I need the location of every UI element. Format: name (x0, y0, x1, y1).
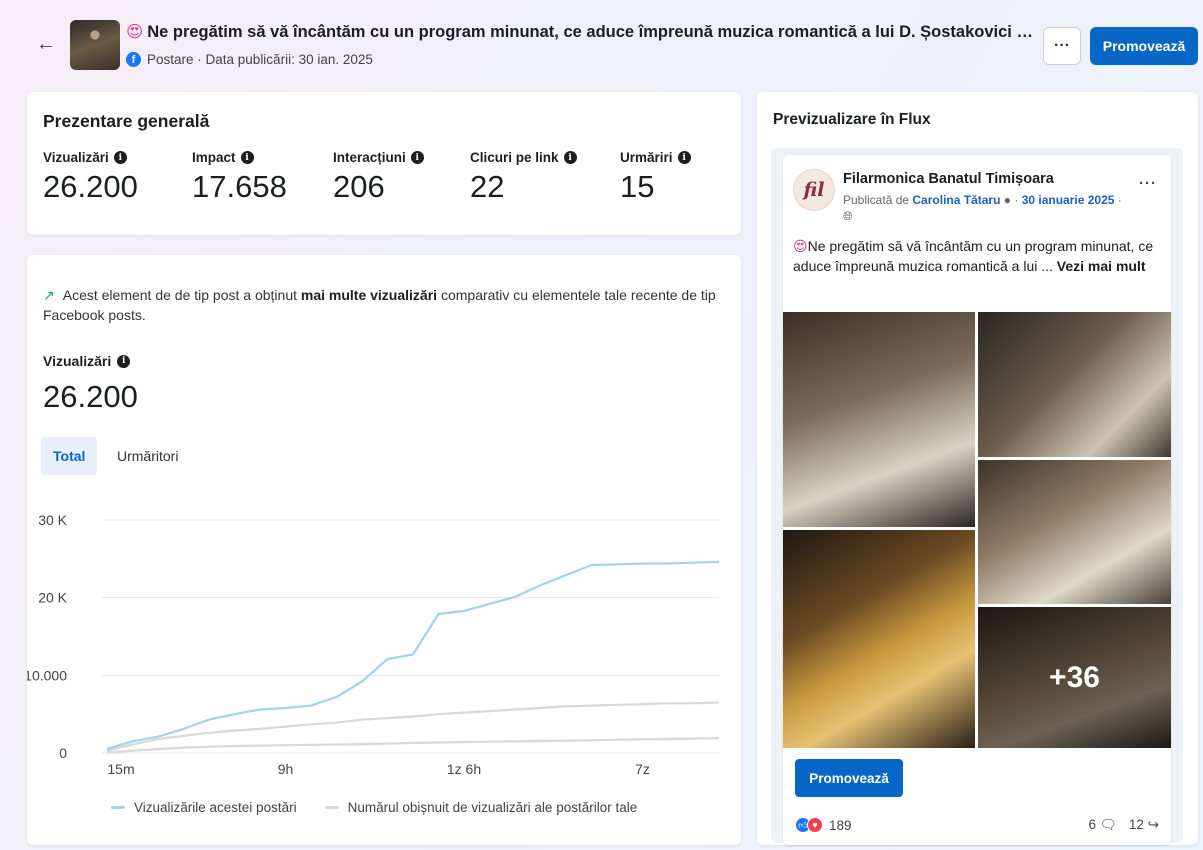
page-avatar[interactable]: fil (793, 169, 835, 211)
photo-orchestra[interactable]: +36 (978, 607, 1171, 748)
post-subtitle: f Postare · Data publicării: 30 ian. 202… (126, 52, 373, 67)
post-meta: Publicată de Carolina Tătaru ● · 30 ianu… (843, 193, 1122, 223)
x-tick-label: 15m (107, 761, 134, 777)
legend-item-typical: Numărul obișnuit de vizualizări ale post… (324, 800, 638, 815)
metric-value: 17.658 (192, 169, 287, 204)
shares[interactable]: 12 ↪ (1129, 817, 1159, 833)
tab-total[interactable]: Total (41, 437, 98, 475)
preview-title: Previzualizare în Flux (773, 111, 931, 128)
post-more-button[interactable]: ··· (1139, 175, 1157, 192)
reactions-count: 189 (829, 817, 852, 833)
heart-eyes-emoji: 😍 (793, 238, 808, 254)
views-label-text: Vizualizări (43, 353, 112, 369)
info-icon: ● (1003, 193, 1012, 207)
comments[interactable]: 6 🗨︎ (1088, 817, 1116, 833)
shares-count: 12 (1128, 817, 1144, 832)
date-link[interactable]: 30 ianuarie 2025 (1022, 193, 1115, 207)
comment-icon: 🗨︎ (1099, 817, 1117, 832)
post-date-text: Postare · Data publicării: 30 ian. 2025 (147, 52, 373, 67)
legend-swatch (111, 806, 125, 809)
metric-value: 22 (470, 169, 505, 204)
metric-label: Urmăriri (620, 150, 673, 165)
feed-preview-card: Previzualizare în Flux fil Filarmonica B… (757, 92, 1198, 845)
heart-eyes-emoji: 😍 (126, 23, 144, 41)
x-tick-label: 9h (278, 761, 294, 777)
tab-followers[interactable]: Urmăritori (105, 437, 190, 475)
metric-label: Vizualizări (43, 150, 109, 165)
see-more-link[interactable]: Vezi mai mult (1057, 258, 1146, 274)
page-name[interactable]: Filarmonica Banatul Timișoara (843, 171, 1054, 187)
metric-label: Interacțiuni (333, 150, 406, 165)
legend-swatch (324, 806, 339, 809)
metric-value: 26.200 (43, 169, 138, 204)
legend-item-this-post: Vizualizările acestei postări (111, 800, 297, 815)
y-tick-label: 30 K (38, 512, 67, 528)
info-icon[interactable]: i (677, 151, 691, 164)
y-tick-label: 10.000 (27, 667, 67, 683)
views-label: Vizualizări i (43, 353, 131, 369)
photo-trombones[interactable] (783, 530, 975, 748)
post-header: ← 😍 Ne pregătim să vă încântăm cu un prog… (0, 0, 1203, 88)
post-thumbnail (70, 20, 120, 70)
promote-button[interactable]: Promovează (1090, 27, 1198, 65)
post-title: 😍 Ne pregătim să vă încântăm cu un progra… (126, 22, 1036, 42)
series-line (106, 560, 720, 751)
y-tick-label: 0 (59, 745, 67, 761)
globe-icon: 🌐︎ (843, 209, 853, 223)
info-icon[interactable]: i (563, 151, 577, 164)
overview-title: Prezentare generală (43, 111, 210, 131)
info-icon[interactable]: i (117, 354, 131, 368)
photo-violinist[interactable] (978, 460, 1171, 604)
post-text: 😍Ne pregătim să vă încântăm cu un progra… (793, 236, 1163, 276)
reactions[interactable]: 👍︎ ♥ 189 (795, 817, 852, 833)
overview-card: Prezentare generală Vizualizări i 26.200 … (27, 92, 741, 235)
x-tick-label: 7z (635, 761, 650, 777)
y-tick-label: 20 K (38, 590, 67, 606)
metric-label: Clicuri pe link (470, 150, 559, 165)
facebook-icon: f (126, 52, 141, 67)
x-tick-label: 1z 6h (447, 761, 481, 777)
chart-legend: Vizualizările acestei postări Numărul ob… (111, 800, 665, 815)
info-icon[interactable]: i (240, 151, 254, 164)
series-line (106, 737, 720, 754)
back-arrow-icon[interactable]: ← (36, 33, 56, 56)
legend-label: Vizualizările acestei postări (134, 800, 297, 815)
insight-text: ↗ Acest element de de tip post a obținut … (43, 285, 723, 325)
photo-conductor[interactable] (783, 312, 975, 527)
info-icon[interactable]: i (113, 151, 127, 164)
metric-value: 206 (333, 169, 385, 204)
post-promote-button[interactable]: Promovează (795, 759, 903, 797)
views-line-chart: 0 10.000 20 K 30 K 15m 9h 1z 6h 7z (27, 512, 720, 777)
more-options-button[interactable]: ··· (1043, 27, 1081, 65)
views-card: ↗ Acest element de de tip post a obținut … (27, 255, 741, 845)
meta-prefix: Publicată de (843, 193, 910, 207)
comments-count: 6 (1088, 817, 1096, 832)
insight-before: Acest element de de tip post a obținut (62, 287, 297, 303)
metric-reach: Impact i 17.658 (192, 150, 287, 205)
love-icon: ♥ (807, 817, 823, 833)
info-icon[interactable]: i (410, 151, 424, 164)
author-link[interactable]: Carolina Tătaru (912, 193, 1000, 207)
views-value: 26.200 (43, 379, 138, 414)
legend-label: Numărul obișnuit de vizualizări ale post… (347, 800, 638, 815)
share-icon: ↪ (1147, 817, 1159, 832)
metric-views: Vizualizări i 26.200 (43, 150, 138, 205)
more-photos-count: +36 (1049, 660, 1100, 694)
metric-follows: Urmăriri i 15 (620, 150, 691, 205)
trend-up-icon: ↗ (43, 287, 55, 303)
metric-label: Impact (192, 150, 236, 165)
metric-value: 15 (620, 169, 655, 204)
post-title-text: Ne pregătim să vă încântăm cu un program… (147, 23, 1036, 41)
metric-link-clicks: Clicuri pe link i 22 (470, 150, 577, 205)
engagement-counts: 6 🗨︎ 12 ↪ (1088, 817, 1159, 833)
insight-bold: mai multe vizualizări (300, 287, 438, 303)
feed-post: fil Filarmonica Banatul Timișoara Public… (783, 155, 1171, 845)
metric-interactions: Interacțiuni i 206 (333, 150, 424, 205)
photo-musicians[interactable] (978, 312, 1171, 457)
